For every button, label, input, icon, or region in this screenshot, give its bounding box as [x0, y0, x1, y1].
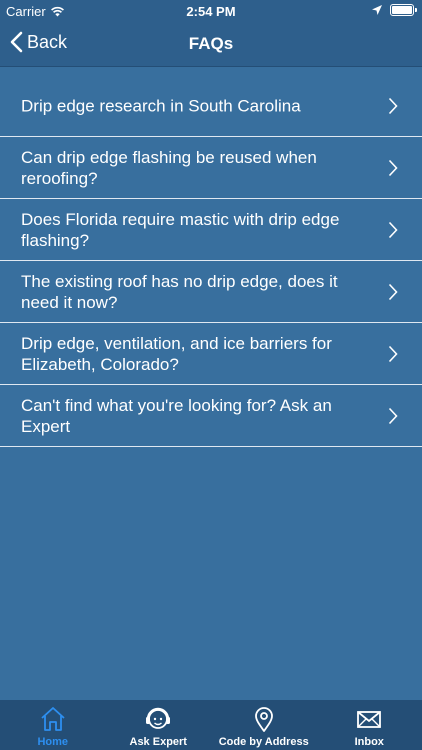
chevron-right-icon: [388, 283, 398, 300]
tab-label: Home: [37, 736, 69, 748]
faq-question: Drip edge research in South Carolina: [21, 96, 301, 115]
chevron-right-icon: [388, 221, 398, 238]
nav-bar: Back FAQs: [0, 22, 422, 67]
chevron-right-icon: [388, 159, 398, 176]
location-pin-icon: [254, 707, 273, 732]
tab-label: Ask Expert: [129, 736, 187, 748]
tab-code-by-address[interactable]: Code by Address: [211, 700, 317, 750]
tab-ask-expert[interactable]: Ask Expert: [106, 700, 212, 750]
faq-item[interactable]: The existing roof has no drip edge, does…: [0, 261, 422, 323]
faq-item[interactable]: Drip edge research in South Carolina: [0, 75, 422, 137]
faq-question: Can drip edge flashing be reused when re…: [21, 147, 317, 188]
tab-label: Inbox: [354, 736, 384, 748]
status-time: 2:54 PM: [186, 4, 236, 19]
ask-expert-item[interactable]: Can't find what you're looking for? Ask …: [0, 385, 422, 447]
envelope-icon: [357, 711, 382, 728]
chevron-right-icon: [388, 345, 398, 362]
faq-question: Drip edge, ventilation, and ice barriers…: [21, 333, 332, 374]
expert-headset-icon: [146, 707, 171, 729]
tab-bar: Home Ask Expert Code by Address Inbox: [0, 700, 422, 750]
home-icon: [41, 707, 65, 731]
faq-item[interactable]: Drip edge, ventilation, and ice barriers…: [0, 323, 422, 385]
battery-icon: [390, 4, 417, 16]
status-bar: Carrier 2:54 PM: [0, 0, 422, 22]
chevron-right-icon: [388, 407, 398, 424]
faq-list: Drip edge research in South Carolina Can…: [0, 75, 422, 447]
faq-question: Does Florida require mastic with drip ed…: [21, 209, 340, 250]
faq-item[interactable]: Does Florida require mastic with drip ed…: [0, 199, 422, 261]
status-right: [372, 4, 417, 16]
tab-inbox[interactable]: Inbox: [317, 700, 422, 750]
page-title: FAQs: [188, 34, 234, 53]
chevron-right-icon: [388, 97, 398, 114]
faq-item[interactable]: Can drip edge flashing be reused when re…: [0, 137, 422, 199]
tab-home[interactable]: Home: [0, 700, 106, 750]
location-arrow-icon: [372, 5, 382, 15]
tab-label: Code by Address: [218, 736, 309, 748]
faq-question: Can't find what you're looking for? Ask …: [21, 395, 332, 436]
faq-question: The existing roof has no drip edge, does…: [21, 271, 338, 312]
